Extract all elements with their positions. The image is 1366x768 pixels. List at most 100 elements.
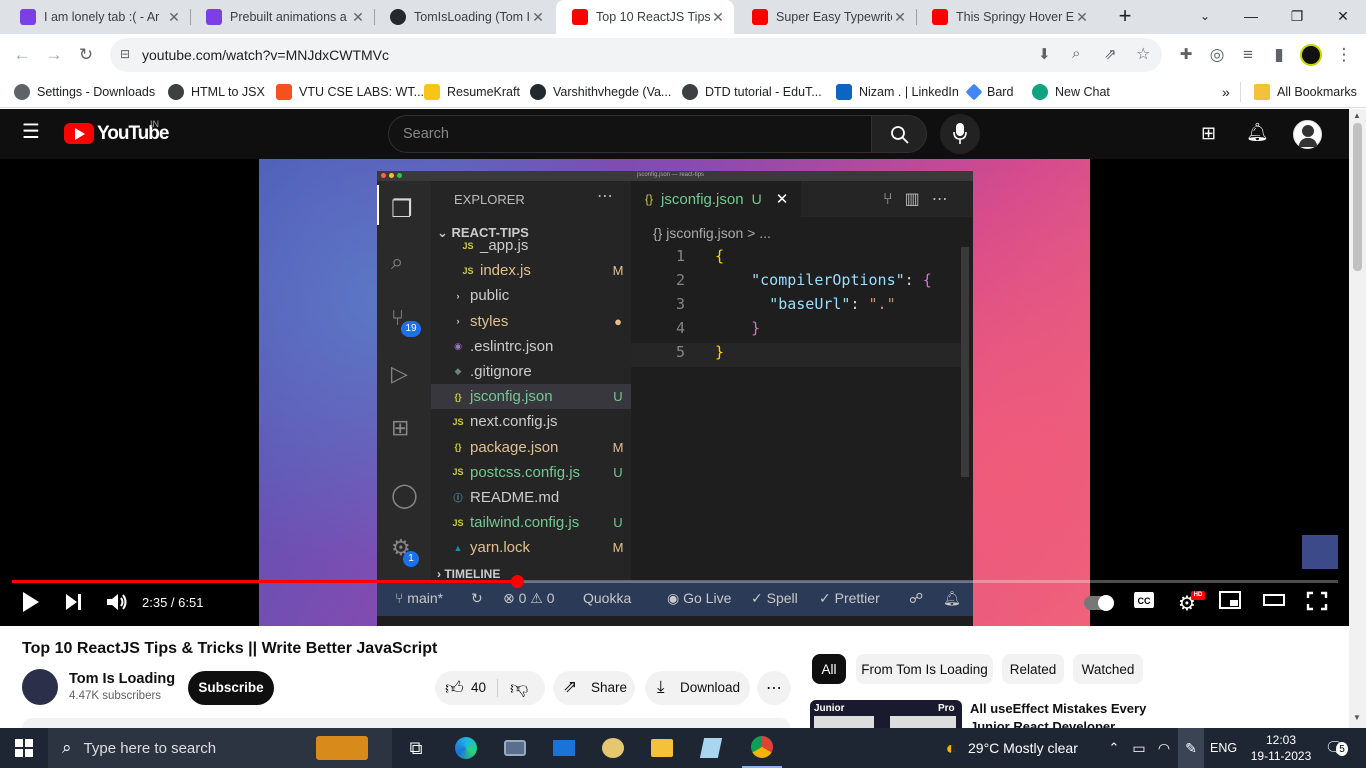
camera-icon[interactable] <box>497 728 533 768</box>
wifi-icon[interactable]: ◠ <box>1153 728 1175 768</box>
forward-icon[interactable]: → <box>41 42 67 68</box>
share-icon[interactable]: ⇗ <box>1104 45 1117 63</box>
close-tab-icon[interactable]: ✕ <box>892 9 908 26</box>
install-icon[interactable]: ⬇ <box>1038 45 1051 63</box>
fullscreen-button[interactable] <box>1305 591 1329 616</box>
download-button[interactable]: ⤓ Download <box>645 671 750 705</box>
autoplay-toggle[interactable] <box>1084 595 1114 611</box>
volume-button[interactable] <box>104 591 130 618</box>
bookmark-item[interactable]: New Chat <box>1032 82 1110 102</box>
search-input[interactable]: Search <box>388 115 872 153</box>
extensions-icon[interactable]: ✚ <box>1173 42 1199 68</box>
paint-icon[interactable] <box>595 728 631 768</box>
play-button[interactable] <box>20 591 42 618</box>
file-name: README.md <box>470 489 560 506</box>
side-panel-icon[interactable]: ▮ <box>1266 42 1292 68</box>
chip-all[interactable]: All <box>812 654 846 684</box>
bookmark-item[interactable]: ResumeKraft <box>424 82 520 102</box>
voice-search-button[interactable] <box>940 114 980 154</box>
hamburger-menu-icon[interactable]: ☰ <box>22 122 42 142</box>
weather-icon[interactable]: ◐ <box>940 728 962 768</box>
close-tab-icon[interactable]: ✕ <box>1074 9 1090 26</box>
bookmark-item[interactable]: Varshithvhegde (Va... <box>530 82 671 102</box>
youtube-logo-icon[interactable] <box>64 123 94 144</box>
address-bar[interactable]: ⊟ youtube.com/watch?v=MNJdxCWTMVc ⬇ ⌕ ⇗ … <box>110 38 1162 72</box>
browser-tab-3[interactable]: TomIsLoading (Tom I ✕ <box>374 0 554 34</box>
start-button[interactable] <box>0 728 48 768</box>
create-video-icon[interactable]: ⊞ <box>1201 123 1216 144</box>
recommendation-title[interactable]: All useEffect Mistakes Every Junior Reac… <box>970 700 1150 728</box>
channel-watermark[interactable] <box>1302 535 1338 569</box>
page-scrollbar[interactable]: ▲ ▼ <box>1349 109 1366 728</box>
minimize-icon[interactable]: — <box>1228 0 1274 34</box>
subscribe-button[interactable]: Subscribe <box>188 671 274 705</box>
chip-from-channel[interactable]: From Tom Is Loading <box>856 654 993 684</box>
pen-icon[interactable]: ✎ <box>1178 728 1204 768</box>
menu-icon[interactable]: ⋮ <box>1331 42 1357 68</box>
scroll-down-icon[interactable]: ▼ <box>1353 713 1361 722</box>
battery-icon[interactable]: ▭ <box>1128 728 1150 768</box>
account-avatar[interactable] <box>1293 120 1322 149</box>
language-indicator[interactable]: ENG <box>1210 728 1237 768</box>
like-button[interactable]: 👍︎ <box>445 677 464 699</box>
media-icon[interactable]: ≡ <box>1235 42 1261 68</box>
chrome-icon[interactable] <box>742 728 782 768</box>
browser-tab-5[interactable]: Super Easy Typewrite ✕ <box>736 0 916 34</box>
back-icon[interactable]: ← <box>9 42 35 68</box>
browser-tab-2[interactable]: Prebuilt animations a ✕ <box>190 0 374 34</box>
channel-name[interactable]: Tom Is Loading <box>69 671 175 687</box>
theater-mode-button[interactable] <box>1262 591 1286 614</box>
tray-chevron-icon[interactable]: ⌃ <box>1104 728 1124 768</box>
bookmark-item[interactable]: Settings - Downloads <box>14 82 155 102</box>
browser-tab-active[interactable]: Top 10 ReactJS Tips & ✕ <box>556 0 734 34</box>
chip-watched[interactable]: Watched <box>1073 654 1143 684</box>
bookmark-star-icon[interactable]: ☆ <box>1136 44 1150 64</box>
recommendation-thumbnail[interactable]: Junior Pro <box>810 700 962 728</box>
extension-icon[interactable]: ◎ <box>1204 42 1230 68</box>
new-tab-button[interactable]: + <box>1102 0 1148 34</box>
tab-search-icon[interactable]: ⌄ <box>1182 0 1228 34</box>
description-box[interactable] <box>22 718 790 728</box>
subtitles-button[interactable]: CC <box>1132 591 1156 614</box>
file-explorer-icon[interactable] <box>644 728 680 768</box>
bookmark-item[interactable]: VTU CSE LABS: WT... <box>276 82 424 102</box>
more-actions-button[interactable]: ⋯ <box>757 671 791 705</box>
bookmark-item[interactable]: DTD tutorial - EduT... <box>682 82 822 102</box>
all-bookmarks[interactable]: All Bookmarks <box>1254 82 1357 102</box>
share-button[interactable]: ⇗ Share <box>553 671 635 705</box>
channel-avatar[interactable] <box>22 669 58 705</box>
miniplayer-button[interactable] <box>1218 591 1242 614</box>
more-bookmarks-icon[interactable]: » <box>1222 82 1230 102</box>
task-view-icon[interactable]: ⧉ <box>398 728 434 768</box>
browser-tab-6[interactable]: This Springy Hover Ef ✕ <box>916 0 1098 34</box>
scroll-up-icon[interactable]: ▲ <box>1353 111 1361 120</box>
close-window-icon[interactable]: ✕ <box>1320 0 1366 34</box>
close-tab-icon[interactable]: ✕ <box>710 9 726 26</box>
video-player[interactable]: jsconfig.json — react-tips ❐ ⌕ ⑂ 19 ▷ ⊞ … <box>0 159 1349 626</box>
restore-icon[interactable]: ❐ <box>1274 0 1320 34</box>
close-tab-icon[interactable]: ✕ <box>530 9 546 26</box>
chip-related[interactable]: Related <box>1002 654 1064 684</box>
weather-text[interactable]: 29°C Mostly clear <box>968 728 1078 768</box>
browser-tab-1[interactable]: I am lonely tab :( - Ar ✕ <box>4 0 190 34</box>
dislike-button[interactable]: 👎︎ <box>510 677 528 699</box>
bookmark-item[interactable]: HTML to JSX <box>168 82 265 102</box>
close-tab-icon[interactable]: ✕ <box>166 9 182 26</box>
next-button[interactable] <box>63 591 85 618</box>
profile-avatar[interactable] <box>1298 42 1324 68</box>
edge-icon[interactable] <box>448 728 484 768</box>
close-tab-icon[interactable]: ✕ <box>350 9 366 26</box>
search-button[interactable] <box>871 115 927 153</box>
taskbar-search-input[interactable]: ⌕ Type here to search <box>48 728 392 768</box>
mail-icon[interactable] <box>546 728 582 768</box>
app-icon[interactable] <box>693 728 729 768</box>
reload-icon[interactable]: ↻ <box>73 42 99 68</box>
scrollbar-thumb[interactable] <box>1353 123 1362 271</box>
clock[interactable]: 12:03 19-11-2023 <box>1246 728 1316 768</box>
bookmark-item[interactable]: Bard <box>965 82 1013 102</box>
bookmark-item[interactable]: Nizam . | LinkedIn <box>836 82 959 102</box>
progress-bar[interactable] <box>12 575 1338 588</box>
site-info-icon[interactable]: ⊟ <box>120 47 130 61</box>
zoom-icon[interactable]: ⌕ <box>1072 45 1080 62</box>
notifications-icon[interactable]: 🔔︎ <box>1246 122 1269 143</box>
